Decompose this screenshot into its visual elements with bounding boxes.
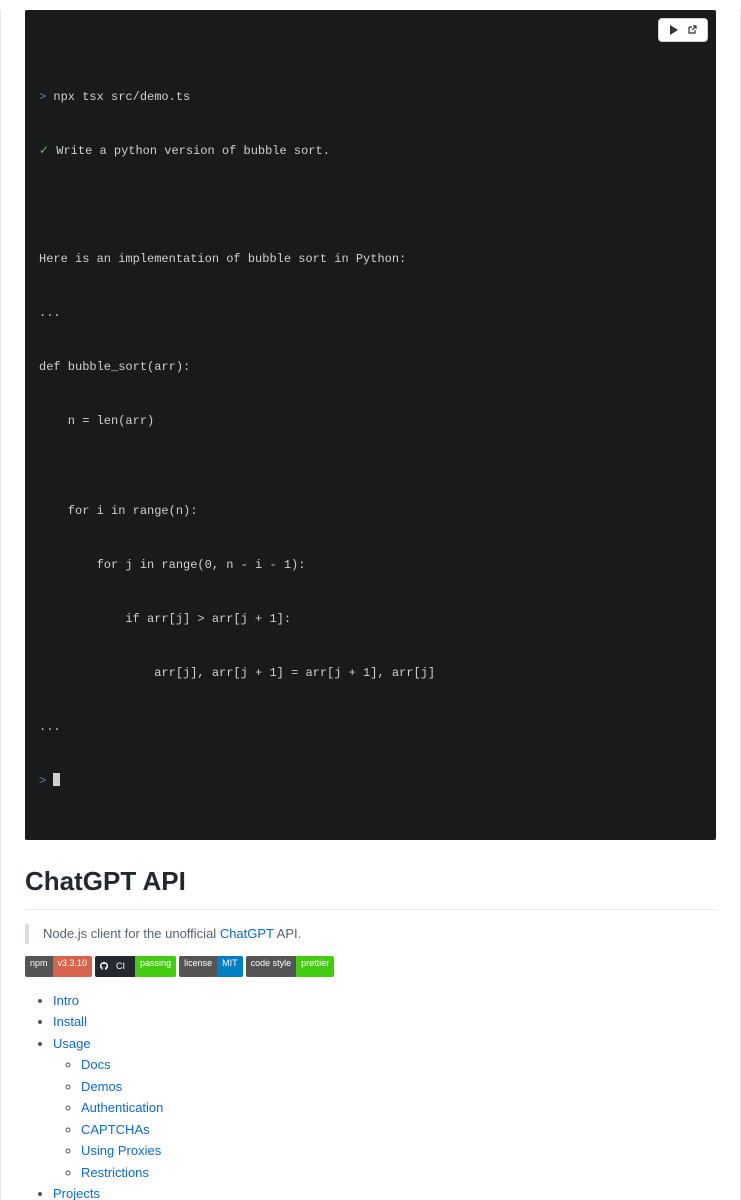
- tagline-link[interactable]: ChatGPT: [220, 926, 274, 941]
- terminal-ellipsis: ...: [39, 304, 702, 322]
- toc-item: Usage Docs Demos Authentication CAPTCHAs…: [53, 1034, 716, 1183]
- badge-ci[interactable]: CI passing: [95, 956, 176, 977]
- github-icon: [100, 962, 108, 970]
- toc-item: Intro: [53, 991, 716, 1011]
- toc-link-projects[interactable]: Projects: [53, 1186, 100, 1200]
- terminal-code-0: def bubble_sort(arr):: [39, 358, 702, 376]
- toc-link-intro[interactable]: Intro: [53, 993, 79, 1008]
- toc-link-using-proxies[interactable]: Using Proxies: [81, 1143, 161, 1158]
- page-title: ChatGPT API: [25, 862, 716, 910]
- toc-item: Install: [53, 1012, 716, 1032]
- terminal-demo: > npx tsx src/demo.ts ✓ Write a python v…: [25, 10, 716, 840]
- badge-value: v3.3.10: [53, 956, 93, 977]
- terminal-ellipsis-2: ...: [39, 718, 702, 736]
- tagline-prefix: Node.js client for the unofficial: [43, 926, 220, 941]
- terminal-actions: [658, 18, 708, 42]
- toc-link-demos[interactable]: Demos: [81, 1079, 122, 1094]
- badges-row: npmv3.3.10 CI passing licenseMIT code st…: [25, 956, 716, 977]
- toc-link-docs[interactable]: Docs: [81, 1057, 111, 1072]
- toc-subitem: CAPTCHAs: [81, 1120, 716, 1140]
- tagline-suffix: API.: [274, 926, 301, 941]
- play-icon: [669, 25, 679, 35]
- toc-link-restrictions[interactable]: Restrictions: [81, 1165, 149, 1180]
- toc-link-authentication[interactable]: Authentication: [81, 1100, 163, 1115]
- badge-codestyle[interactable]: code styleprettier: [246, 956, 335, 977]
- external-link-icon: [687, 25, 697, 35]
- toc-link-usage[interactable]: Usage: [53, 1036, 91, 1051]
- cursor-icon: [53, 773, 60, 786]
- terminal-code-3: for i in range(n):: [39, 502, 702, 520]
- table-of-contents: Intro Install Usage Docs Demos Authentic…: [25, 991, 716, 1200]
- badge-label: CI: [95, 956, 135, 977]
- terminal-code-5: if arr[j] > arr[j + 1]:: [39, 610, 702, 628]
- terminal-check-line: ✓ Write a python version of bubble sort.: [39, 142, 702, 160]
- terminal-code-4: for j in range(0, n - i - 1):: [39, 556, 702, 574]
- tagline-quote: Node.js client for the unofficial ChatGP…: [25, 924, 716, 944]
- toc-sublist: Docs Demos Authentication CAPTCHAs Using…: [53, 1055, 716, 1182]
- readme-page: > npx tsx src/demo.ts ✓ Write a python v…: [0, 10, 741, 1200]
- toc-subitem: Demos: [81, 1077, 716, 1097]
- terminal-code-1: n = len(arr): [39, 412, 702, 430]
- toc-item: Projects: [53, 1184, 716, 1200]
- terminal-command: npx tsx src/demo.ts: [53, 90, 190, 104]
- badge-label: npm: [25, 956, 53, 977]
- terminal-blank: [39, 196, 702, 214]
- toc-link-captchas[interactable]: CAPTCHAs: [81, 1122, 150, 1137]
- toc-link-install[interactable]: Install: [53, 1014, 87, 1029]
- play-button[interactable]: [665, 23, 683, 37]
- terminal-response-intro: Here is an implementation of bubble sort…: [39, 250, 702, 268]
- badge-label: license: [179, 956, 217, 977]
- toc-subitem: Using Proxies: [81, 1141, 716, 1161]
- terminal-command-line: > npx tsx src/demo.ts: [39, 88, 702, 106]
- toc-subitem: Restrictions: [81, 1163, 716, 1183]
- badge-value: passing: [135, 956, 176, 977]
- terminal-code-6: arr[j], arr[j + 1] = arr[j + 1], arr[j]: [39, 664, 702, 682]
- toc-subitem: Docs: [81, 1055, 716, 1075]
- toc-subitem: Authentication: [81, 1098, 716, 1118]
- terminal-prompt-line: >: [39, 772, 702, 790]
- badge-license[interactable]: licenseMIT: [179, 956, 243, 977]
- badge-npm[interactable]: npmv3.3.10: [25, 956, 92, 977]
- terminal-check-text: Write a python version of bubble sort.: [56, 144, 330, 158]
- open-external-button[interactable]: [683, 23, 701, 37]
- badge-value: prettier: [296, 956, 334, 977]
- badge-value: MIT: [217, 956, 243, 977]
- badge-label: code style: [246, 956, 297, 977]
